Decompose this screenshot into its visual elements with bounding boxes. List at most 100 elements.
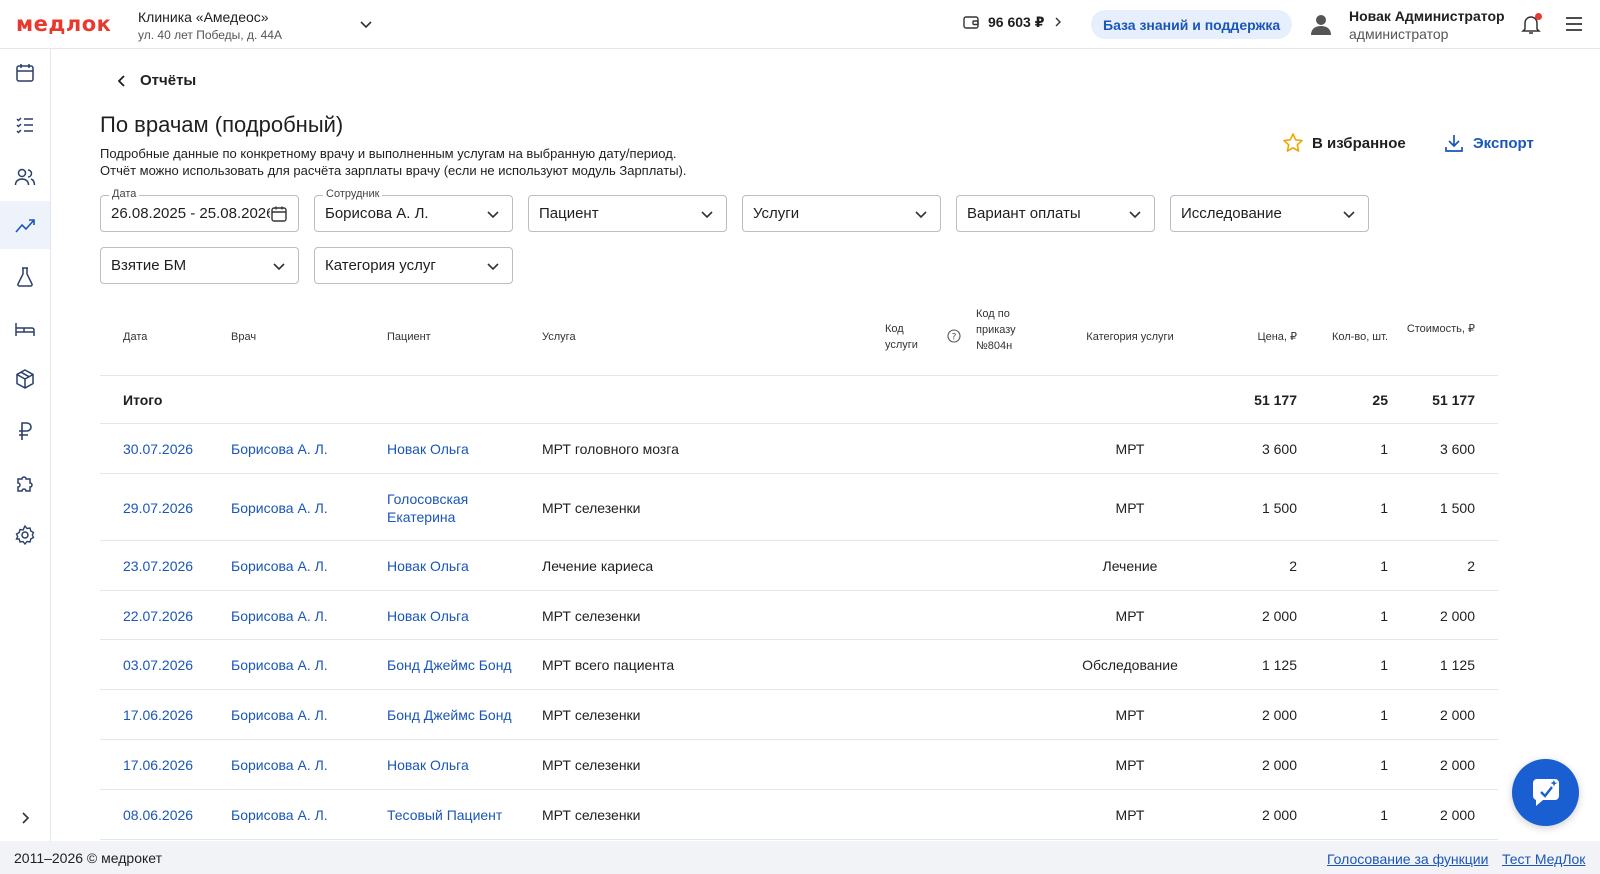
user-avatar-icon[interactable]	[1309, 12, 1333, 36]
header-patient[interactable]: Пациент	[387, 329, 431, 345]
table-row[interactable]: 29.07.2026 Борисова А. Л. Голосовская Екат…	[100, 474, 1498, 541]
header-service[interactable]: Услуга	[542, 329, 576, 345]
row-doctor[interactable]: Борисова А. Л.	[231, 656, 328, 674]
sidebar	[0, 49, 51, 841]
row-doctor[interactable]: Борисова А. Л.	[231, 607, 328, 625]
table-row[interactable]: 23.07.2026 Борисова А. Л. Новак Ольга Лечен…	[100, 541, 1498, 591]
sidebar-item-warehouse[interactable]	[0, 355, 50, 403]
row-patient[interactable]: Новак Ольга	[387, 440, 527, 458]
header-date[interactable]: Дата	[123, 329, 147, 345]
clinic-selector[interactable]: Клиника «Амедеос» ул. 40 лет Победы, д. …	[138, 9, 282, 42]
row-category: МРТ	[1115, 807, 1145, 823]
row-cost: 3 600	[1439, 441, 1475, 457]
header-cost[interactable]: Стоимость, ₽	[1400, 321, 1475, 337]
table-row[interactable]: 22.07.2026 Борисова А. Л. Новак Ольга МРТ с…	[100, 591, 1498, 640]
row-date[interactable]: 17.06.2026	[123, 756, 193, 774]
table-row[interactable]: 03.07.2026 Борисова А. Л. Бонд Джеймс Бонд…	[100, 640, 1498, 690]
row-patient[interactable]: Бонд Джеймс Бонд	[387, 706, 527, 724]
chat-support-button[interactable]	[1512, 759, 1579, 826]
row-doctor[interactable]: Борисова А. Л.	[231, 706, 328, 724]
puzzle-icon	[17, 476, 33, 492]
hamburger-menu-icon[interactable]	[1563, 13, 1585, 35]
biomaterial-select[interactable]: Взятие БМ	[100, 247, 299, 284]
sidebar-item-hospital[interactable]	[0, 305, 50, 353]
row-date[interactable]: 29.07.2026	[123, 499, 193, 517]
total-label: Итого	[123, 392, 163, 408]
chevron-down-icon	[487, 210, 499, 218]
row-service: Лечение кариеса	[542, 558, 654, 574]
table-row[interactable]: 17.06.2026 Борисова А. Л. Новак Ольга МРТ с…	[100, 740, 1498, 790]
knowledge-base-button[interactable]: База знаний и поддержка	[1091, 10, 1293, 39]
sidebar-item-integrations[interactable]	[0, 459, 50, 507]
services-select[interactable]: Услуги	[742, 195, 941, 232]
total-price: 51 177	[1254, 392, 1297, 408]
sidebar-item-finance[interactable]	[0, 407, 50, 455]
row-doctor[interactable]: Борисова А. Л.	[231, 440, 328, 458]
balance[interactable]: 96 603 ₽	[962, 13, 1064, 31]
row-doctor[interactable]: Борисова А. Л.	[231, 499, 328, 517]
export-button[interactable]: Экспорт	[1443, 132, 1534, 154]
date-range-field[interactable]: Дата 26.08.2025 - 25.08.2026	[100, 188, 299, 232]
row-cost: 1 125	[1439, 657, 1475, 673]
row-patient[interactable]: Новак Ольга	[387, 756, 527, 774]
service-category-placeholder: Категория услуг	[325, 257, 436, 274]
test-medlok-link[interactable]: Тест МедЛок	[1502, 851, 1585, 867]
row-patient[interactable]: Тесовый Пациент	[387, 806, 527, 824]
row-doctor[interactable]: Борисова А. Л.	[231, 557, 328, 575]
chevron-down-icon	[1343, 210, 1355, 218]
sidebar-item-calendar[interactable]	[0, 49, 50, 97]
row-patient[interactable]: Новак Ольга	[387, 607, 527, 625]
add-to-favorites-button[interactable]: В избранное	[1282, 132, 1406, 154]
row-price: 2 000	[1261, 707, 1297, 723]
date-legend: Дата	[109, 188, 140, 200]
sidebar-expand-button[interactable]	[14, 807, 36, 829]
user-role: администратор	[1349, 26, 1449, 42]
chevron-down-icon[interactable]	[358, 16, 374, 32]
svg-text:?: ?	[952, 333, 957, 343]
header-price[interactable]: Цена, ₽	[1200, 329, 1297, 345]
row-quantity: 1	[1380, 608, 1388, 624]
user-info[interactable]: Новак Администратор администратор	[1349, 8, 1505, 42]
row-service: МРТ селезенки	[542, 757, 641, 773]
patient-select[interactable]: Пациент	[528, 195, 727, 232]
feature-voting-link[interactable]: Голосование за функции	[1327, 851, 1488, 867]
row-service: МРТ селезенки	[542, 707, 641, 723]
row-patient[interactable]: Новак Ольга	[387, 557, 527, 575]
header-code-804n[interactable]: Код по приказу №804н	[976, 306, 1036, 354]
back-to-reports[interactable]: Отчёты	[116, 72, 196, 89]
row-date[interactable]: 23.07.2026	[123, 557, 193, 575]
back-label: Отчёты	[140, 72, 197, 89]
header-doctor[interactable]: Врач	[231, 329, 256, 345]
row-date[interactable]: 22.07.2026	[123, 607, 193, 625]
row-patient[interactable]: Голосовская Екатерина	[387, 490, 527, 526]
table-row[interactable]: 17.06.2026 Борисова А. Л. Бонд Джеймс Бонд…	[100, 690, 1498, 740]
header-quantity[interactable]: Кол-во, шт.	[1300, 329, 1388, 345]
export-label: Экспорт	[1473, 134, 1534, 152]
row-date[interactable]: 30.07.2026	[123, 440, 193, 458]
sidebar-item-reports[interactable]	[0, 201, 50, 249]
row-date[interactable]: 17.06.2026	[123, 706, 193, 724]
row-date[interactable]: 08.06.2026	[123, 806, 193, 824]
payment-option-select[interactable]: Вариант оплаты	[956, 195, 1155, 232]
header-service-code[interactable]: Код услуги	[885, 321, 931, 353]
row-cost: 2 000	[1439, 757, 1475, 773]
sidebar-item-tasks[interactable]	[0, 101, 50, 149]
row-doctor[interactable]: Борисова А. Л.	[231, 806, 328, 824]
service-category-select[interactable]: Категория услуг	[314, 247, 513, 284]
header-category[interactable]: Категория услуги	[1060, 329, 1200, 345]
table-row[interactable]: 30.07.2026 Борисова А. Л. Новак Ольга МРТ г…	[100, 424, 1498, 474]
row-doctor[interactable]: Борисова А. Л.	[231, 756, 328, 774]
row-patient[interactable]: Бонд Джеймс Бонд	[387, 656, 527, 674]
calendar-icon[interactable]	[270, 205, 288, 223]
row-service: МРТ селезенки	[542, 608, 641, 624]
sidebar-item-patients[interactable]	[0, 153, 50, 201]
row-price: 2 000	[1261, 807, 1297, 823]
sidebar-item-settings[interactable]	[0, 511, 50, 559]
sidebar-item-lab[interactable]	[0, 253, 50, 301]
help-icon[interactable]: ?	[947, 329, 961, 343]
research-select[interactable]: Исследование	[1170, 195, 1369, 232]
table-row[interactable]: 08.06.2026 Борисова А. Л. Тесовый Пациент М…	[100, 790, 1498, 840]
logo[interactable]: медлок	[16, 12, 111, 36]
row-date[interactable]: 03.07.2026	[123, 656, 193, 674]
employee-select[interactable]: Сотрудник Борисова А. Л.	[314, 188, 513, 232]
